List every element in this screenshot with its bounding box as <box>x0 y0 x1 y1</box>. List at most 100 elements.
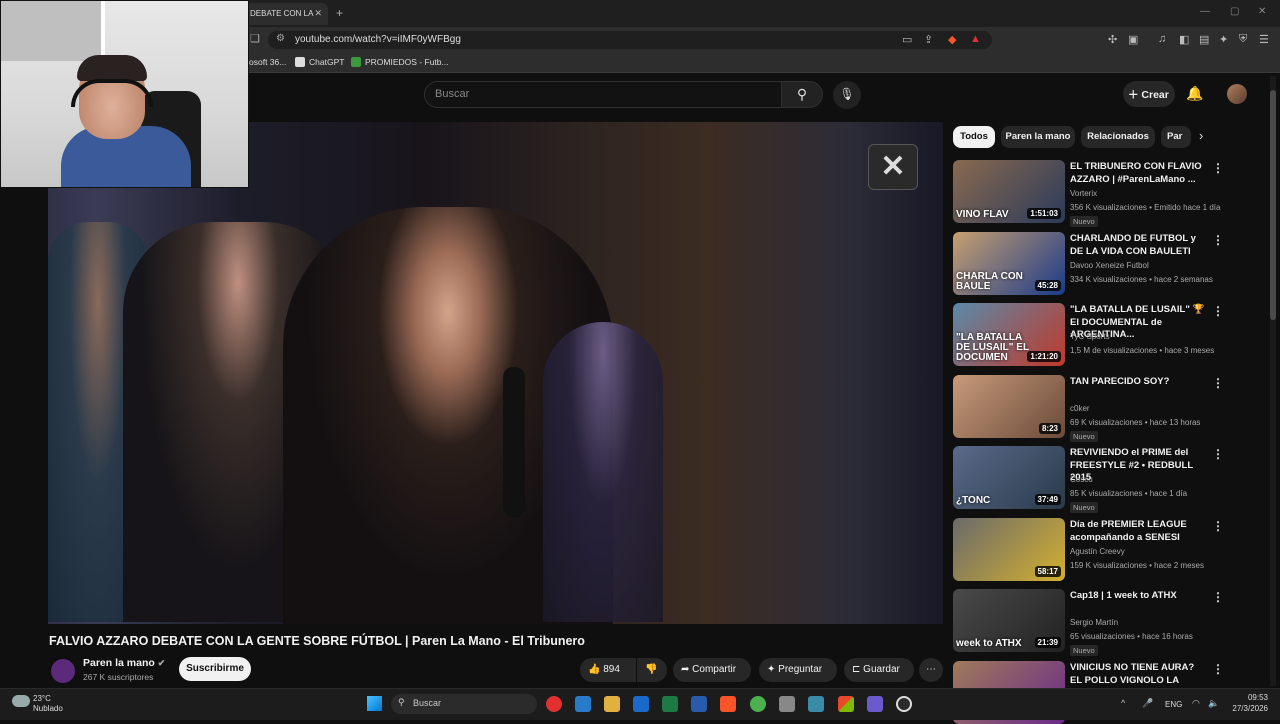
recommendation-channel[interactable]: c0ker <box>1070 404 1090 413</box>
subscribe-button[interactable]: Suscribirme <box>179 657 251 681</box>
windows-start-icon[interactable] <box>367 696 382 711</box>
webcam-overlay <box>0 0 249 188</box>
sidebar-icon[interactable]: ◧ <box>1179 33 1189 46</box>
search-input[interactable]: Buscar <box>424 81 782 108</box>
like-button[interactable]: 👍 894 <box>580 658 636 682</box>
microphone-icon[interactable]: 🎙 <box>833 81 861 109</box>
wifi-icon[interactable]: ◠ <box>1192 698 1200 709</box>
brave-rewards-icon[interactable]: ▲ <box>970 33 981 45</box>
recommendation-title[interactable]: CHARLANDO DE FUTBOL y DE LA VIDA CON BAU… <box>1070 233 1208 258</box>
photos-icon[interactable] <box>808 696 824 712</box>
recommendation-channel[interactable]: Sergio Martín <box>1070 618 1118 627</box>
recommendation-title[interactable]: EL TRIBUNERO CON FLAVIO AZZARO | #ParenL… <box>1070 161 1208 186</box>
chevron-right-icon[interactable]: › <box>1199 128 1203 143</box>
cast-icon[interactable]: ▭ <box>902 33 912 46</box>
media-icon[interactable]: ♫ <box>1158 33 1166 45</box>
chip-partial[interactable]: Par <box>1161 126 1191 148</box>
close-window-icon[interactable]: ✕ <box>1258 6 1266 17</box>
taskbar-search[interactable]: ⚲ Buscar <box>391 694 537 714</box>
chip-paren-la-mano[interactable]: Paren la mano <box>1001 126 1075 148</box>
tray-mic-icon[interactable]: 🎤 <box>1142 698 1153 709</box>
maximize-icon[interactable]: ▢ <box>1230 6 1239 17</box>
create-button[interactable]: ＋ Crear <box>1123 81 1175 107</box>
search-icon[interactable]: ⚲ <box>781 81 823 108</box>
brave-shield-icon[interactable]: ◆ <box>948 33 956 46</box>
close-tab-icon[interactable]: ✕ <box>314 8 322 19</box>
leo-ai-icon[interactable]: ✦ <box>1219 33 1228 46</box>
bookmark-promiedos[interactable]: PROMIEDOS - Futb... <box>351 57 449 67</box>
tray-chevron-icon[interactable]: ^ <box>1121 698 1125 708</box>
outlook-icon[interactable] <box>633 696 649 712</box>
ask-button[interactable]: ✦ Preguntar <box>759 658 837 682</box>
recommendation-thumbnail[interactable]: "LA BATALLA DE LUSAIL" EL DOCUMEN 1:21:20 <box>953 303 1065 366</box>
recommendation-channel[interactable]: Davoo Xeneize Futbol <box>1070 261 1149 270</box>
chrome-icon[interactable] <box>750 696 766 712</box>
recommendation-title[interactable]: Cap18 | 1 week to ATHX <box>1070 590 1208 603</box>
recommendation-title[interactable]: Día de PREMIER LEAGUE acompañando a SENE… <box>1070 519 1208 544</box>
recommendation-thumbnail[interactable]: week to ATHX 21:39 <box>953 589 1065 652</box>
site-settings-icon[interactable]: ⚙ <box>276 33 285 44</box>
more-options-icon[interactable]: ⋮ <box>1212 304 1224 318</box>
more-options-icon[interactable]: ⋮ <box>1212 233 1224 247</box>
vscode-icon[interactable] <box>575 696 591 712</box>
channel-name[interactable]: Paren la mano ✔ <box>83 657 165 669</box>
minimize-icon[interactable]: — <box>1200 6 1210 17</box>
recommendation-thumbnail[interactable]: 58:17 <box>953 518 1065 581</box>
clock-time[interactable]: 09:53 <box>1230 693 1268 702</box>
menu-icon[interactable]: ☰ <box>1259 33 1269 46</box>
save-button[interactable]: ⊏ Guardar <box>844 658 914 682</box>
scrollbar-thumb[interactable] <box>1270 90 1276 320</box>
volume-icon[interactable]: 🔈 <box>1208 698 1219 709</box>
channel-avatar[interactable] <box>51 659 75 683</box>
recommendation-channel[interactable]: TyC Sports <box>1070 332 1110 341</box>
new-tab-icon[interactable]: + <box>336 6 343 20</box>
share-icon[interactable]: ⇪ <box>924 33 933 46</box>
recommendation-thumbnail[interactable]: 8:23 <box>953 375 1065 438</box>
media-player-icon[interactable] <box>546 696 562 712</box>
dislike-button[interactable]: 👎 <box>637 658 667 682</box>
clock-date[interactable]: 27/3/2026 <box>1220 704 1268 713</box>
chip-relacionados[interactable]: Relacionados <box>1081 126 1155 148</box>
notifications-bell-icon[interactable]: 🔔 <box>1186 85 1203 102</box>
vpn-icon[interactable]: ⛨ <box>1239 33 1247 46</box>
cloud-icon[interactable] <box>12 695 30 707</box>
more-options-icon[interactable]: ⋮ <box>1212 161 1224 175</box>
app-icon[interactable] <box>779 696 795 712</box>
excel-icon[interactable] <box>662 696 678 712</box>
weather-temperature[interactable]: 23°C <box>33 694 51 703</box>
browser-tab[interactable]: DEBATE CON LA ✕ <box>244 3 328 25</box>
wallet-icon[interactable]: ▤ <box>1199 33 1209 46</box>
url-text[interactable]: youtube.com/watch?v=iIMF0yWFBgg <box>295 34 461 45</box>
video-player[interactable] <box>3 122 943 624</box>
bookmark-microsoft[interactable]: osoft 36... <box>249 57 286 67</box>
account-avatar[interactable] <box>1227 84 1247 104</box>
more-options-icon[interactable]: ⋮ <box>1212 590 1224 604</box>
recommendation-channel[interactable]: Agustín Creevy <box>1070 547 1125 556</box>
bookmark-chatgpt[interactable]: ChatGPT <box>295 57 344 67</box>
chip-todos[interactable]: Todos <box>953 126 995 148</box>
brave-icon[interactable] <box>720 696 736 712</box>
recommendation-channel[interactable]: Vorterix <box>1070 189 1097 198</box>
word-icon[interactable] <box>691 696 707 712</box>
more-options-icon[interactable]: ⋮ <box>1212 662 1224 676</box>
bookmark-icon[interactable]: ❏ <box>250 32 260 45</box>
weather-description[interactable]: Nublado <box>33 704 63 713</box>
screenshot-icon[interactable]: ▣ <box>1128 33 1138 46</box>
recommendation-thumbnail[interactable]: ¿TONC 37:49 <box>953 446 1065 509</box>
recommendation-channel[interactable]: Coscu <box>1070 475 1093 484</box>
more-options-icon[interactable]: ⋮ <box>1212 376 1224 390</box>
more-actions-button[interactable]: ⋯ <box>919 658 943 682</box>
teams-icon[interactable] <box>867 696 883 712</box>
recommendation-thumbnail[interactable]: CHARLA CON BAULE 45:28 <box>953 232 1065 295</box>
recommendation-title[interactable]: TAN PARECIDO SOY? <box>1070 376 1208 389</box>
file-explorer-icon[interactable] <box>604 696 620 712</box>
settings-icon[interactable] <box>896 696 912 712</box>
share-button[interactable]: ➦ Compartir <box>673 658 751 682</box>
microsoft-store-icon[interactable] <box>838 696 854 712</box>
more-options-icon[interactable]: ⋮ <box>1212 447 1224 461</box>
extensions-icon[interactable]: ✣ <box>1108 33 1117 46</box>
channel-watermark-logo[interactable]: ✕ <box>868 144 918 190</box>
language-indicator[interactable]: ENG <box>1165 700 1182 709</box>
more-options-icon[interactable]: ⋮ <box>1212 519 1224 533</box>
recommendation-thumbnail[interactable]: VINO FLAV 1:51:03 <box>953 160 1065 223</box>
